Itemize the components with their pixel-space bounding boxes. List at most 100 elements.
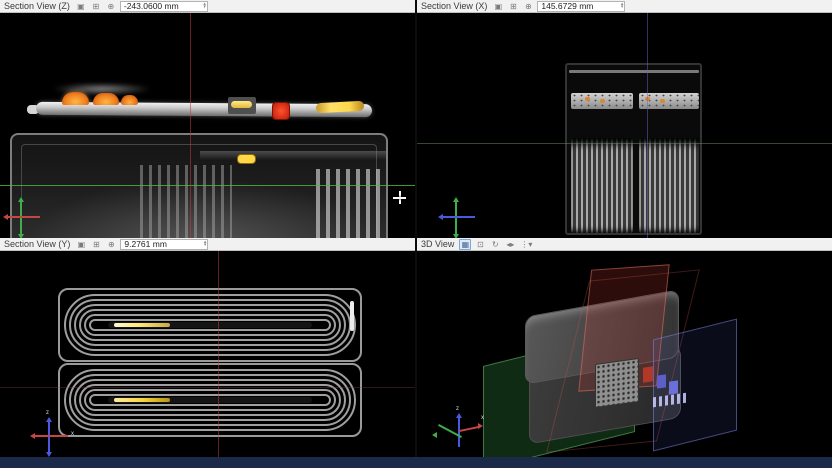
section-line-y[interactable] [417, 143, 832, 144]
blue-component [669, 380, 678, 394]
bottom-bar [0, 457, 832, 468]
bookmark-icon[interactable]: ▣ [75, 1, 87, 12]
more-options-icon[interactable]: ⋮ ▾ [519, 239, 533, 250]
y-axis-arrow [455, 201, 457, 235]
position-spinner[interactable]: ▴ ▾ [619, 3, 624, 10]
grid-icon[interactable]: ⊞ [90, 239, 102, 250]
section-y-viewport[interactable]: z x [0, 251, 415, 457]
fit-view-icon[interactable]: ⊡ [474, 239, 486, 250]
arrowhead-icon [18, 197, 24, 202]
section-x-viewport[interactable] [417, 13, 832, 238]
section-x-header: Section View (X) ▣ ⊞ ⊕ 145.6729 mm ▴ ▾ [417, 0, 832, 13]
section-z-position-field[interactable]: -243.0600 mm ▴ ▾ [120, 1, 208, 12]
arrowhead-icon [438, 214, 443, 220]
jellyroll-stack [639, 138, 699, 233]
quadrant-3d: 3D View ▦ ⊡ ↻ ◂▸ ⋮ ▾ [417, 238, 832, 457]
clip-toggle-icon[interactable]: ◂▸ [504, 239, 516, 250]
rotate-view-icon[interactable]: ↻ [489, 239, 501, 250]
arrowhead-icon [3, 214, 8, 220]
casing-bright-band [200, 151, 386, 160]
orange-defect-blob [93, 93, 119, 105]
arrowhead-icon [432, 432, 437, 438]
cell-can [58, 288, 362, 362]
position-spinner[interactable]: ▴ ▾ [201, 3, 206, 10]
view-3d-header: 3D View ▦ ⊡ ↻ ◂▸ ⋮ ▾ [417, 238, 832, 251]
section-z-header: Section View (Z) ▣ ⊞ ⊕ -243.0600 mm ▴ ▾ [0, 0, 415, 13]
electrode-stripes [140, 165, 232, 238]
z-axis-arrow [48, 421, 50, 453]
arrowhead-icon [456, 413, 462, 418]
red-component [643, 366, 653, 382]
spin-down-icon[interactable]: ▾ [204, 244, 207, 248]
axis-label-x: x [71, 431, 74, 437]
section-z-title: Section View (Z) [4, 1, 70, 11]
component-block [228, 97, 256, 114]
more-icon: ⋮ [520, 240, 528, 249]
position-spinner[interactable]: ▴ ▾ [202, 241, 207, 248]
dropdown-caret-icon: ▾ [528, 240, 532, 249]
quadrant-section-z: Section View (Z) ▣ ⊞ ⊕ -243.0600 mm ▴ ▾ [0, 0, 415, 238]
axis-gizmo [441, 199, 477, 237]
yellow-tab-streak [114, 398, 170, 402]
section-z-viewport[interactable] [0, 13, 415, 238]
axis-label-z: z [46, 410, 49, 416]
axis-gizmo [6, 199, 42, 237]
grid-icon[interactable]: ⊞ [507, 1, 519, 12]
arrowhead-icon [46, 417, 52, 422]
pan-cursor-icon [393, 191, 406, 204]
orange-defect-blob [660, 99, 665, 103]
spin-down-icon[interactable]: ▾ [203, 6, 206, 10]
orange-defect-blob [585, 97, 590, 101]
x-axis-arrow [459, 426, 479, 432]
section-y-title: Section View (Y) [4, 239, 70, 249]
bookmark-icon[interactable]: ▣ [492, 1, 504, 12]
bookmark-icon[interactable]: ▣ [75, 239, 87, 250]
axis-label-z: z [456, 406, 459, 412]
center-icon[interactable]: ⊕ [105, 239, 117, 250]
section-y-header: Section View (Y) ▣ ⊞ ⊕ 9.2761 mm ▴ ▾ [0, 238, 415, 251]
arrowhead-icon [453, 197, 459, 202]
y-axis-arrow [20, 201, 22, 235]
center-icon[interactable]: ⊕ [105, 1, 117, 12]
yellow-defect-pill [237, 154, 256, 164]
yellow-defect-pill [231, 101, 252, 108]
section-line-z[interactable] [0, 387, 415, 388]
electrode-stripes [316, 169, 386, 238]
jellyroll-stack [571, 138, 633, 233]
grid-icon[interactable]: ⊞ [90, 1, 102, 12]
section-x-position-value: 145.6729 mm [541, 1, 593, 11]
section-y-position-field[interactable]: 9.2761 mm ▴ ▾ [120, 239, 208, 250]
center-icon[interactable]: ⊕ [522, 1, 534, 12]
section-y-position-value: 9.2761 mm [124, 239, 167, 249]
yellow-tab-streak [114, 323, 170, 327]
axis-label-x: x [481, 415, 484, 421]
section-x-position-field[interactable]: 145.6729 mm ▴ ▾ [537, 1, 625, 12]
section-line-x[interactable] [190, 13, 191, 238]
section-line-x[interactable] [218, 251, 219, 457]
section-line-z[interactable] [647, 13, 648, 238]
ct-inspection-app: Section View (Z) ▣ ⊞ ⊕ -243.0600 mm ▴ ▾ [0, 0, 832, 468]
cell-can [58, 363, 362, 437]
section-x-title: Section View (X) [421, 1, 487, 11]
view-3d-title: 3D View [421, 239, 454, 249]
axis-gizmo-3d: z x [439, 413, 483, 453]
orange-defect-blob [121, 95, 138, 105]
z-axis-arrow [443, 216, 475, 218]
red-defect-blob [272, 102, 290, 120]
lid-plate [639, 93, 699, 109]
quadrant-section-x: Section View (X) ▣ ⊞ ⊕ 145.6729 mm ▴ ▾ [417, 0, 832, 238]
case-top-edge [569, 70, 699, 73]
white-marker-bar [350, 301, 354, 331]
spin-down-icon[interactable]: ▾ [621, 6, 624, 10]
orange-defect-blob [62, 92, 89, 105]
blue-component [657, 374, 666, 388]
view-cube-icon[interactable]: ▦ [459, 239, 471, 250]
view-3d-viewport[interactable]: z x [417, 251, 832, 457]
quadrant-section-y: Section View (Y) ▣ ⊞ ⊕ 9.2761 mm ▴ ▾ [0, 238, 415, 457]
arrowhead-icon [30, 433, 35, 439]
x-axis-arrow [34, 435, 68, 437]
arrowhead-icon [478, 423, 483, 429]
x-axis-arrow [8, 216, 40, 218]
section-line-y[interactable] [0, 185, 415, 186]
vent-grille [595, 358, 639, 408]
